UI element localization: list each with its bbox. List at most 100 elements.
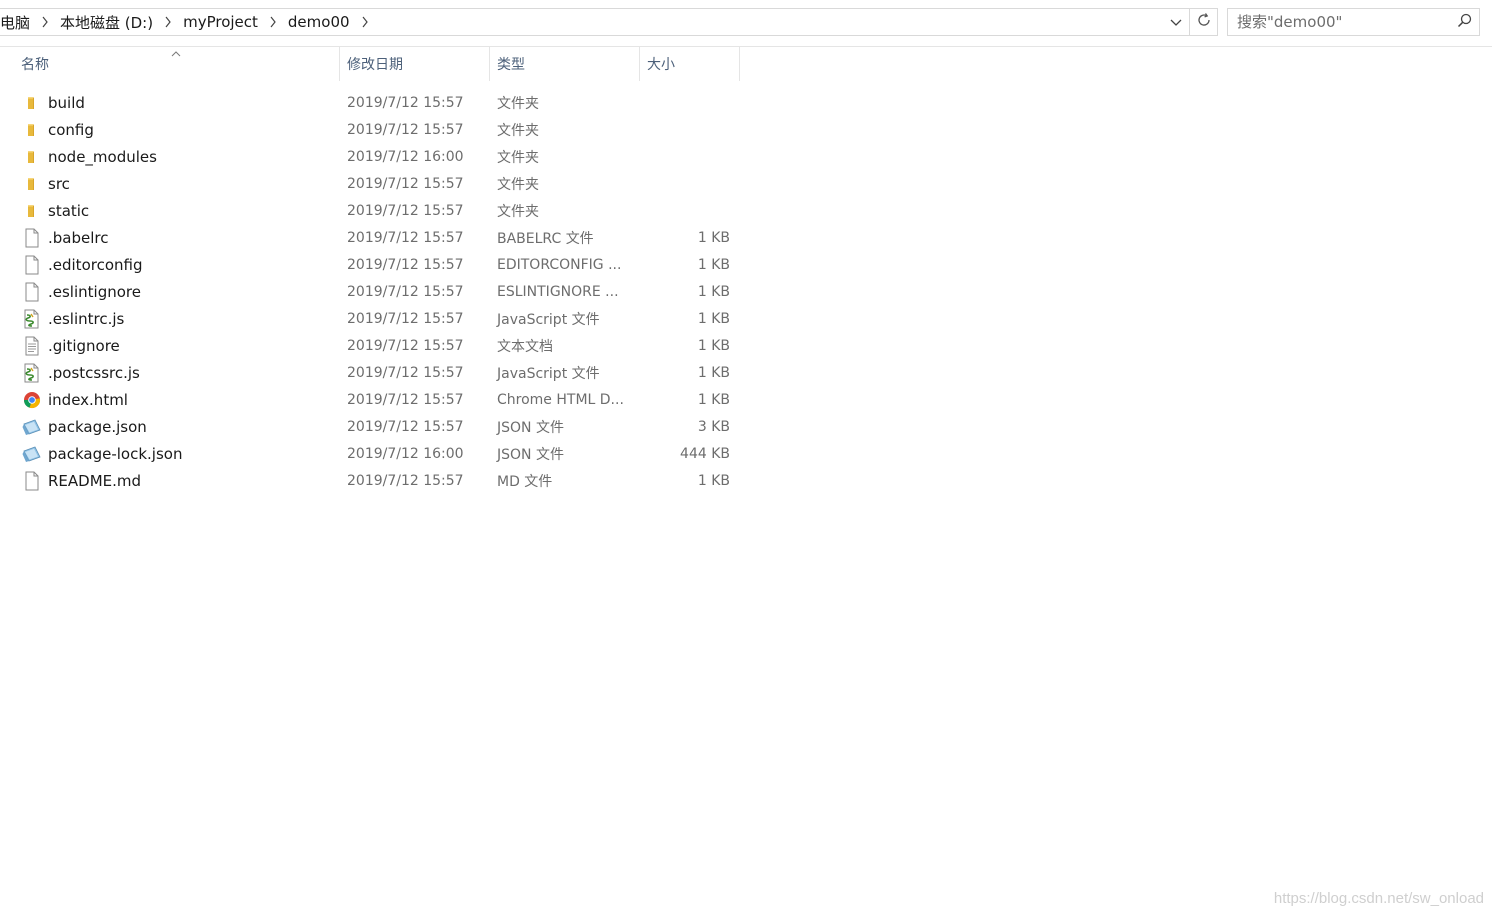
- column-header-name[interactable]: 名称: [0, 47, 340, 81]
- file-size: 1 KB: [697, 337, 730, 354]
- file-name[interactable]: .eslintrc.js: [48, 310, 124, 328]
- blank-file-icon: [22, 471, 42, 491]
- file-name[interactable]: index.html: [48, 391, 128, 409]
- address-history-dropdown-button[interactable]: [1163, 9, 1189, 35]
- file-row[interactable]: .babelrc 2019/7/12 15:57 BABELRC 文件 1 KB: [0, 224, 740, 251]
- file-type: 文件夹: [497, 149, 539, 166]
- column-header-date[interactable]: 修改日期: [340, 47, 490, 81]
- file-name-cell[interactable]: README.md: [0, 471, 340, 491]
- file-row[interactable]: .editorconfig 2019/7/12 15:57 EDITORCONFIG…: [0, 251, 740, 278]
- file-row[interactable]: src 2019/7/12 15:57 文件夹: [0, 170, 740, 197]
- file-type: EDITORCONFIG ...: [497, 256, 622, 273]
- file-size: 1 KB: [697, 472, 730, 489]
- file-name[interactable]: build: [48, 94, 85, 112]
- blank-file-icon: [22, 282, 42, 302]
- json-file-icon: [22, 444, 42, 464]
- file-name-cell[interactable]: index.html: [0, 390, 340, 410]
- file-type: Chrome HTML D...: [497, 391, 624, 408]
- search-button[interactable]: [1449, 9, 1479, 35]
- file-date: 2019/7/12 15:57: [347, 256, 464, 273]
- file-row[interactable]: static 2019/7/12 15:57 文件夹: [0, 197, 740, 224]
- file-name[interactable]: package-lock.json: [48, 445, 182, 463]
- column-header-size[interactable]: 大小: [640, 47, 740, 81]
- file-row[interactable]: README.md 2019/7/12 15:57 MD 文件 1 KB: [0, 467, 740, 494]
- file-type: BABELRC 文件: [497, 230, 594, 247]
- file-row[interactable]: node_modules 2019/7/12 16:00 文件夹: [0, 143, 740, 170]
- search-input[interactable]: [1237, 9, 1449, 35]
- file-name[interactable]: .gitignore: [48, 337, 120, 355]
- chevron-right-icon[interactable]: [34, 9, 56, 35]
- file-row[interactable]: .eslintrc.js 2019/7/12 15:57 JavaScript 文件…: [0, 305, 740, 332]
- file-name-cell[interactable]: static: [0, 201, 340, 221]
- file-name[interactable]: .editorconfig: [48, 256, 142, 274]
- file-type: JavaScript 文件: [497, 311, 600, 328]
- breadcrumb-item-pc[interactable]: 电脑: [0, 9, 34, 35]
- file-name-cell[interactable]: config: [0, 120, 340, 140]
- file-type: MD 文件: [497, 473, 553, 490]
- file-row[interactable]: build 2019/7/12 15:57 文件夹: [0, 89, 740, 116]
- file-type: 文件夹: [497, 95, 539, 112]
- breadcrumb-item-myproject[interactable]: myProject: [179, 9, 262, 35]
- file-name[interactable]: README.md: [48, 472, 141, 490]
- file-name-cell[interactable]: src: [0, 174, 340, 194]
- file-type: JSON 文件: [497, 446, 564, 463]
- file-size: 3 KB: [697, 418, 730, 435]
- file-row[interactable]: config 2019/7/12 15:57 文件夹: [0, 116, 740, 143]
- column-header-name-label: 名称: [21, 57, 49, 73]
- file-type: 文件夹: [497, 176, 539, 193]
- folder-icon: [22, 201, 42, 221]
- file-name-cell[interactable]: node_modules: [0, 147, 340, 167]
- column-header-type[interactable]: 类型: [490, 47, 640, 81]
- file-name[interactable]: package.json: [48, 418, 147, 436]
- file-size: 1 KB: [697, 364, 730, 381]
- folder-icon: [22, 120, 42, 140]
- json-file-icon: [22, 417, 42, 437]
- folder-icon: [22, 93, 42, 113]
- file-name[interactable]: .babelrc: [48, 229, 108, 247]
- breadcrumb-item-demo00[interactable]: demo00: [284, 9, 354, 35]
- chevron-right-icon[interactable]: [262, 9, 284, 35]
- file-name-cell[interactable]: build: [0, 93, 340, 113]
- file-name[interactable]: config: [48, 121, 94, 139]
- file-date: 2019/7/12 15:57: [347, 310, 464, 327]
- file-date: 2019/7/12 15:57: [347, 121, 464, 138]
- column-header-date-label: 修改日期: [347, 57, 403, 73]
- file-date: 2019/7/12 16:00: [347, 445, 464, 462]
- file-name-cell[interactable]: package.json: [0, 417, 340, 437]
- file-name-cell[interactable]: .gitignore: [0, 336, 340, 356]
- file-name[interactable]: .postcssrc.js: [48, 364, 140, 382]
- file-name-cell[interactable]: .eslintrc.js: [0, 309, 340, 329]
- file-name-cell[interactable]: .babelrc: [0, 228, 340, 248]
- file-row[interactable]: index.html 2019/7/12 15:57 Chrome HTML D..…: [0, 386, 740, 413]
- navigation-bar: 电脑 本地磁盘 (D:) myProject demo00: [0, 0, 1492, 46]
- file-name[interactable]: static: [48, 202, 89, 220]
- file-row[interactable]: package-lock.json 2019/7/12 16:00 JSON 文件 4…: [0, 440, 740, 467]
- refresh-icon: [1196, 12, 1212, 32]
- chevron-right-icon[interactable]: [157, 9, 179, 35]
- file-list: build 2019/7/12 15:57 文件夹 config 2019/7/12 …: [0, 89, 740, 494]
- file-date: 2019/7/12 15:57: [347, 472, 464, 489]
- blank-file-icon: [22, 255, 42, 275]
- breadcrumb-item-drive[interactable]: 本地磁盘 (D:): [56, 9, 157, 35]
- breadcrumb: 电脑 本地磁盘 (D:) myProject demo00: [0, 9, 1163, 35]
- search-box[interactable]: [1227, 8, 1480, 36]
- address-bar[interactable]: 电脑 本地磁盘 (D:) myProject demo00: [0, 8, 1190, 36]
- file-row[interactable]: .eslintignore 2019/7/12 15:57 ESLINTIGNORE…: [0, 278, 740, 305]
- file-name[interactable]: src: [48, 175, 70, 193]
- file-type: 文件夹: [497, 122, 539, 139]
- folder-icon: [22, 147, 42, 167]
- file-name-cell[interactable]: package-lock.json: [0, 444, 340, 464]
- file-name[interactable]: node_modules: [48, 148, 157, 166]
- file-name-cell[interactable]: .editorconfig: [0, 255, 340, 275]
- file-name-cell[interactable]: .eslintignore: [0, 282, 340, 302]
- file-row[interactable]: .postcssrc.js 2019/7/12 15:57 JavaScript 文…: [0, 359, 740, 386]
- file-type: JSON 文件: [497, 419, 564, 436]
- refresh-button[interactable]: [1190, 8, 1218, 36]
- text-file-icon: [22, 336, 42, 356]
- chevron-right-icon[interactable]: [354, 9, 376, 35]
- file-name[interactable]: .eslintignore: [48, 283, 141, 301]
- file-row[interactable]: package.json 2019/7/12 15:57 JSON 文件 3 KB: [0, 413, 740, 440]
- file-name-cell[interactable]: .postcssrc.js: [0, 363, 340, 383]
- file-row[interactable]: .gitignore 2019/7/12 15:57 文本文档 1 KB: [0, 332, 740, 359]
- file-date: 2019/7/12 15:57: [347, 418, 464, 435]
